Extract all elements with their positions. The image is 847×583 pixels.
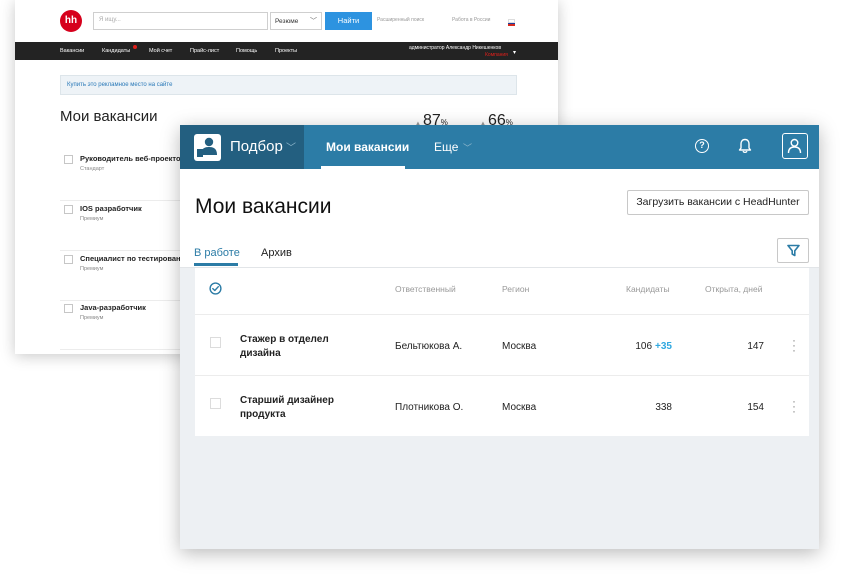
- hh-navbar: Вакансии Кандидаты Мой счет Прайс-лист П…: [15, 42, 558, 60]
- filter-icon: [787, 244, 800, 257]
- hh-vacancy-name[interactable]: Руководитель веб-проектов: [80, 154, 185, 163]
- candidates-count: 338: [655, 402, 672, 413]
- hh-nav-projects[interactable]: Проекты: [275, 48, 297, 54]
- user-icon[interactable]: [782, 133, 808, 159]
- vacancy-responsible: Плотникова О.: [395, 402, 464, 413]
- brand-label: Подбор: [230, 138, 283, 155]
- hh-vacancy-name[interactable]: IOS разработчик: [80, 204, 142, 213]
- hh-nav-vacancies[interactable]: Вакансии: [60, 48, 84, 54]
- hh-vacancy-checkbox[interactable]: [64, 205, 73, 214]
- vacancy-region: Москва: [502, 341, 537, 352]
- hh-vacancy-checkbox[interactable]: [64, 155, 73, 164]
- hh-logo[interactable]: hh: [60, 10, 82, 32]
- vacancy-open-days: 147: [747, 341, 764, 352]
- column-header-open-days[interactable]: Открыта, дней: [705, 284, 762, 294]
- app-header: Подбор ﹀ Мои вакансии Еще ﹀ ?: [180, 125, 819, 169]
- caret-down-icon[interactable]: ▾: [513, 49, 516, 56]
- hh-find-button[interactable]: Найти: [325, 12, 372, 30]
- hh-ad-banner-link[interactable]: Купить это рекламное место на сайте: [60, 75, 517, 95]
- help-icon[interactable]: ?: [695, 139, 709, 153]
- hh-page-title: Мои вакансии: [60, 108, 158, 125]
- import-from-headhunter-button[interactable]: Загрузить вакансии с HeadHunter: [627, 190, 809, 215]
- more-vertical-icon[interactable]: · · ·: [792, 334, 796, 356]
- brand-menu[interactable]: Подбор ﹀: [180, 125, 304, 169]
- hh-vacancy-checkbox[interactable]: [64, 304, 73, 313]
- vacancy-name[interactable]: Стажер в отделел дизайна: [240, 333, 370, 361]
- vacancy-open-days: 154: [747, 402, 764, 413]
- chevron-down-icon: ﹀: [310, 18, 317, 25]
- chevron-down-icon: ﹀: [463, 143, 473, 153]
- chevron-down-icon: ﹀: [286, 143, 296, 154]
- table-row[interactable]: Стажер в отделел дизайна Бельтюкова А. М…: [195, 314, 809, 375]
- vacancy-region: Москва: [502, 402, 537, 413]
- vacancies-table: Ответственный Регион Кандидаты Открыта, …: [195, 268, 809, 436]
- vacancy-candidates[interactable]: 338: [597, 402, 672, 413]
- active-subtab-underline: [194, 263, 238, 266]
- hh-admin-company: Компания: [485, 52, 508, 58]
- candidates-count: 106: [635, 341, 653, 352]
- hh-vacancy-plan: Премиум: [80, 315, 104, 321]
- hh-admin-name[interactable]: администратор Александр Никешенков: [409, 45, 501, 51]
- hh-nav-candidates[interactable]: Кандидаты: [102, 48, 130, 54]
- hh-topbar: hh Я ищу... Резюме ﹀ Найти Расширенный п…: [15, 0, 558, 42]
- row-checkbox[interactable]: [210, 398, 221, 409]
- filter-button[interactable]: [777, 238, 809, 263]
- page-title: Мои вакансии: [195, 195, 332, 218]
- bell-icon[interactable]: [738, 138, 752, 159]
- hh-vacancy-plan: Стандарт: [80, 166, 105, 172]
- hh-search-type-select[interactable]: Резюме ﹀: [270, 12, 322, 30]
- table-row[interactable]: Старший дизайнер продукта Плотникова О. …: [195, 375, 809, 436]
- hh-nav-pricelist[interactable]: Прайс-лист: [190, 48, 219, 54]
- notification-dot: [133, 45, 137, 49]
- hh-vacancy-plan: Премиум: [80, 266, 104, 272]
- column-header-region[interactable]: Регион: [502, 284, 529, 294]
- tab-my-vacancies[interactable]: Мои вакансии: [326, 140, 409, 154]
- hh-search-type-value: Резюме: [275, 18, 299, 25]
- subtab-in-progress[interactable]: В работе: [194, 247, 240, 259]
- hh-advanced-search-link[interactable]: Расширенный поиск: [377, 17, 424, 23]
- row-checkbox[interactable]: [210, 337, 221, 348]
- vacancy-name[interactable]: Старший дизайнер продукта: [240, 394, 370, 422]
- vacancy-responsible: Бельтюкова А.: [395, 341, 463, 352]
- page-header: Мои вакансии Загрузить вакансии с HeadHu…: [180, 169, 819, 267]
- column-header-responsible[interactable]: Ответственный: [395, 284, 456, 294]
- podbor-window: Подбор ﹀ Мои вакансии Еще ﹀ ? Мои ваканс…: [180, 125, 819, 549]
- candidates-new-count: +35: [655, 341, 672, 352]
- podbor-logo-icon: [194, 134, 221, 161]
- russia-flag-icon[interactable]: [508, 19, 515, 26]
- hh-vacancy-plan: Премиум: [80, 216, 104, 222]
- hh-nav-help[interactable]: Помощь: [236, 48, 257, 54]
- column-header-candidates[interactable]: Кандидаты: [626, 284, 670, 294]
- hh-nav-account[interactable]: Мой счет: [149, 48, 172, 54]
- hh-search-input[interactable]: Я ищу...: [93, 12, 268, 30]
- tab-more[interactable]: Еще: [434, 140, 458, 154]
- hh-vacancy-name[interactable]: Специалист по тестированию: [80, 254, 192, 263]
- hh-vacancy-name[interactable]: Java-разработчик: [80, 303, 146, 312]
- subtab-archive[interactable]: Архив: [261, 247, 292, 259]
- more-vertical-icon[interactable]: · · ·: [792, 395, 796, 417]
- hh-region-link[interactable]: Работа в России: [452, 17, 490, 23]
- vacancy-candidates[interactable]: 106 +35: [597, 341, 672, 352]
- hh-vacancy-checkbox[interactable]: [64, 255, 73, 264]
- select-all-check-icon[interactable]: [209, 282, 222, 300]
